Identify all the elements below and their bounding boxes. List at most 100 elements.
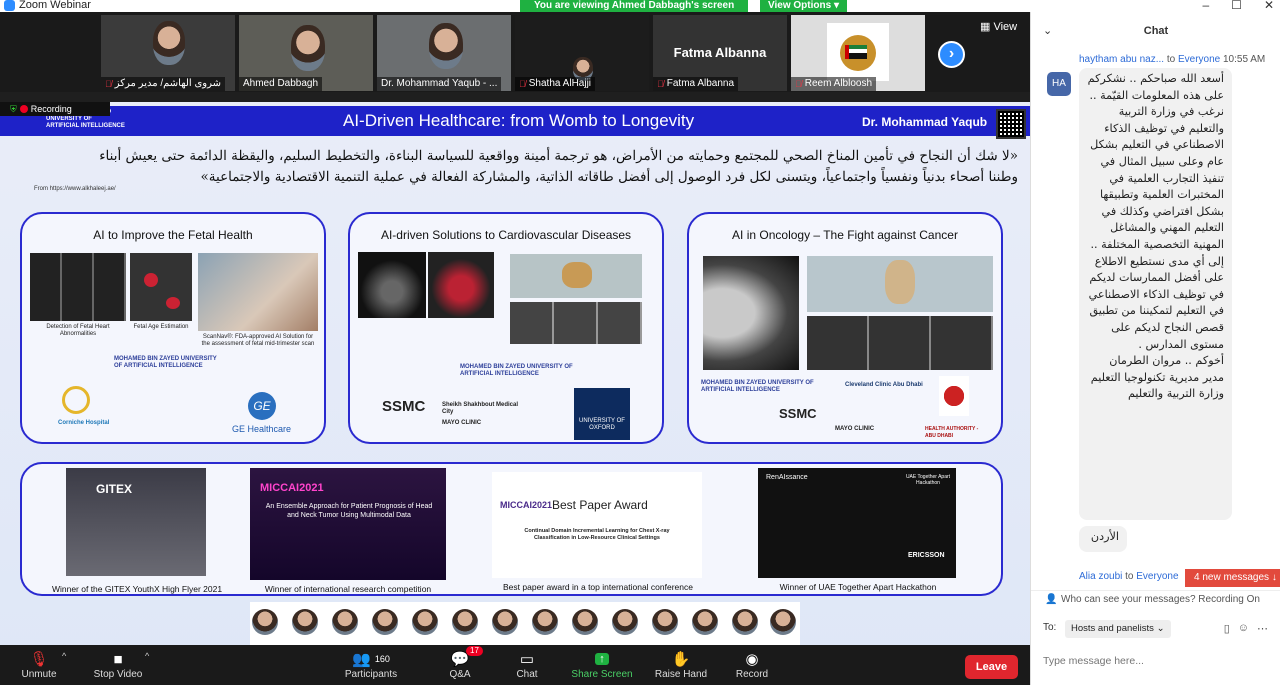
- participant-tile[interactable]: 🎙̸ شروى الهاشم/ مدير مركز: [101, 15, 235, 91]
- echo-image: [358, 252, 426, 318]
- window-title: Zoom Webinar: [19, 0, 91, 11]
- view-button[interactable]: ▦ View: [980, 20, 1017, 33]
- participants-count: 160: [374, 654, 390, 664]
- participant-tile[interactable]: Ahmed Dabbagh: [239, 15, 373, 91]
- muted-mic-icon: 🎙̸: [795, 79, 802, 89]
- chat-message: أسعد الله صباحكم .. نشكركم على هذه المعل…: [1079, 68, 1232, 520]
- chevron-down-icon[interactable]: ⌄: [1043, 24, 1052, 37]
- chat-message: الأردن: [1079, 526, 1127, 552]
- chevron-down-icon: ▾: [833, 0, 839, 11]
- participant-tile[interactable]: Fatma Albanna 🎙̸ Fatma Albanna: [653, 15, 787, 91]
- ssmc-logo: SSMC: [382, 398, 426, 415]
- muted-mic-icon: 🎙̸: [657, 79, 664, 89]
- muted-mic-icon: 🎙̸: [105, 79, 112, 89]
- participants-button[interactable]: 👥 160 Participants: [336, 649, 406, 680]
- close-icon[interactable]: ✕: [1264, 0, 1274, 12]
- qa-icon: 💬: [450, 651, 470, 668]
- zoom-logo-icon: [4, 0, 15, 11]
- muted-mic-icon: 🎙̸: [519, 79, 526, 89]
- hackathon-name: UAE Together Apart Hackathon: [905, 474, 951, 486]
- message-sender[interactable]: Alia zoubi: [1079, 571, 1122, 582]
- mammogram-image: [703, 256, 799, 370]
- mbzuai-logo: MOHAMED BIN ZAYED UNIVERSITY OF ARTIFICI…: [701, 380, 814, 393]
- privacy-note-text: Who can see your messages? Recording On: [1061, 594, 1260, 605]
- message-input[interactable]: [1043, 646, 1268, 676]
- maximize-icon[interactable]: ☐: [1231, 0, 1242, 12]
- emoji-icon[interactable]: ☺: [1238, 622, 1249, 635]
- ge-logo-icon: GE: [248, 392, 276, 420]
- recipient-select[interactable]: Hosts and panelists ⌄: [1065, 620, 1171, 638]
- echo-image: [428, 252, 494, 318]
- qa-button[interactable]: 💬 Q&A: [425, 649, 495, 680]
- new-messages-button[interactable]: 4 new messages ↓: [1185, 569, 1280, 587]
- share-screen-icon: ↑: [567, 649, 637, 669]
- unmute-label: Unmute: [21, 669, 57, 680]
- message-sender[interactable]: haytham abu naz...: [1079, 54, 1164, 65]
- screen-share-banner: You are viewing Ahmed Dabbagh's screen: [520, 0, 749, 12]
- message-to-label: to: [1166, 54, 1176, 65]
- message-time: 10:55 AM: [1223, 54, 1266, 65]
- stop-video-label: Stop Video: [93, 669, 143, 680]
- message-text: أسعد الله صباحكم .. نشكركم على هذه المعل…: [1087, 72, 1224, 351]
- unmute-options-icon[interactable]: ^: [62, 651, 66, 661]
- qa-count-badge: 17: [466, 646, 483, 656]
- video-options-icon[interactable]: ^: [145, 651, 149, 661]
- message-recipient: Everyone: [1136, 571, 1179, 582]
- gallery-next-button[interactable]: ›: [938, 41, 965, 68]
- leave-button[interactable]: Leave: [965, 655, 1018, 679]
- quote-line: «لا شك أن النجاح في تأمين المناخ الصحي ل…: [99, 148, 1018, 164]
- participant-name-label: Ahmed Dabbagh: [243, 78, 319, 89]
- to-label: To:: [1043, 622, 1057, 633]
- image-caption: ScanNav®: FDA-approved AI Solution for t…: [201, 334, 315, 347]
- view-options-button[interactable]: View Options ▾: [760, 0, 847, 12]
- corniche-logo-label: Corniche Hospital: [58, 420, 110, 426]
- participant-tile[interactable]: 🎙̸ Shatha AlHajji: [515, 15, 649, 91]
- people-icon: 👥 160: [352, 651, 390, 668]
- award-caption: Winner of international research competi…: [264, 584, 432, 594]
- mayo-clinic-logo: MAYO CLINIC: [835, 426, 875, 432]
- award-caption: Winner of UAE Together Apart Hackathon: [779, 582, 937, 592]
- share-screen-button[interactable]: ↑ Share Screen: [567, 649, 637, 680]
- participant-tile[interactable]: 🎙̸ Reem Albloosh: [791, 15, 925, 91]
- meeting-controls: 🎙 Unmute ^ ■ Stop Video ^ 👥 160 Participant…: [0, 645, 1030, 685]
- chevron-right-icon: ›: [948, 45, 955, 62]
- chat-label: Chat: [516, 669, 538, 680]
- ssmc-logo: SSMC: [779, 406, 817, 421]
- chat-icon: ▭: [519, 651, 535, 668]
- gallery-strip: 🎙̸ شروى الهاشم/ مدير مركز Ahmed Dabbagh D…: [0, 12, 1030, 92]
- record-label: Record: [735, 669, 769, 680]
- mbzuai-logo: MOHAMED BIN ZAYED UNIVERSITY OF ARTIFICI…: [460, 364, 573, 377]
- minimize-icon[interactable]: –: [1202, 0, 1209, 12]
- panel-oncology: AI in Oncology – The Fight against Cance…: [687, 212, 1003, 444]
- participant-name-label: Dr. Mohammad Yaqub - ...: [381, 78, 498, 89]
- gitex-photo-label: GITEX: [96, 482, 133, 496]
- privacy-note[interactable]: 👤 Who can see your messages? Recording On: [1031, 590, 1280, 608]
- stop-video-button[interactable]: ■ Stop Video: [83, 649, 153, 681]
- shield-icon: ⛨: [10, 103, 17, 114]
- message-to-label: to: [1125, 571, 1134, 582]
- qr-code-icon: [996, 109, 1026, 139]
- more-icon[interactable]: ⋯: [1257, 622, 1268, 635]
- slide-header: MOHAMED BIN ZAYED UNIVERSITY OF ARTIFICI…: [0, 106, 1030, 139]
- message-text: أخوكم .. مروان الطرمان مدير مديرية تكنول…: [1090, 354, 1224, 401]
- participant-name-label: Reem Albloosh: [804, 78, 873, 89]
- file-icon[interactable]: ▯: [1224, 622, 1230, 635]
- participant-name-label: Fatma Albanna: [666, 78, 735, 89]
- participant-name: 🎙̸ Shatha AlHajji: [515, 77, 596, 91]
- chat-tools: ▯ ☺ ⋯: [1224, 622, 1268, 635]
- meeting-area: 🎙̸ شروى الهاشم/ مدير مركز Ahmed Dabbagh D…: [0, 12, 1030, 657]
- raise-hand-label: Raise Hand: [654, 669, 708, 680]
- participant-tile[interactable]: Dr. Mohammad Yaqub - ...: [377, 15, 511, 91]
- ge-logo-label: GE Healthcare: [232, 424, 292, 434]
- recording-label: Recording: [30, 104, 72, 114]
- ct-slices-image: [807, 316, 993, 370]
- tumor-3d-image: [807, 256, 993, 312]
- raise-hand-button[interactable]: ✋ Raise Hand: [646, 649, 716, 680]
- doh-logo-label: HEALTH AUTHORITY - ABU DHABI: [925, 426, 979, 439]
- participant-name: 🎙̸ Reem Albloosh: [791, 77, 877, 91]
- chat-panel: Chat ⌄ haytham abu naz... to Everyone 10…: [1030, 12, 1280, 685]
- slide-title: AI-Driven Healthcare: from Womb to Longe…: [343, 111, 695, 130]
- record-button[interactable]: ◉ Record: [717, 649, 787, 680]
- chat-button[interactable]: ▭ Chat: [492, 649, 562, 680]
- best-paper-certificate: MICCAI2021 Best Paper Award Continual Do…: [492, 472, 702, 578]
